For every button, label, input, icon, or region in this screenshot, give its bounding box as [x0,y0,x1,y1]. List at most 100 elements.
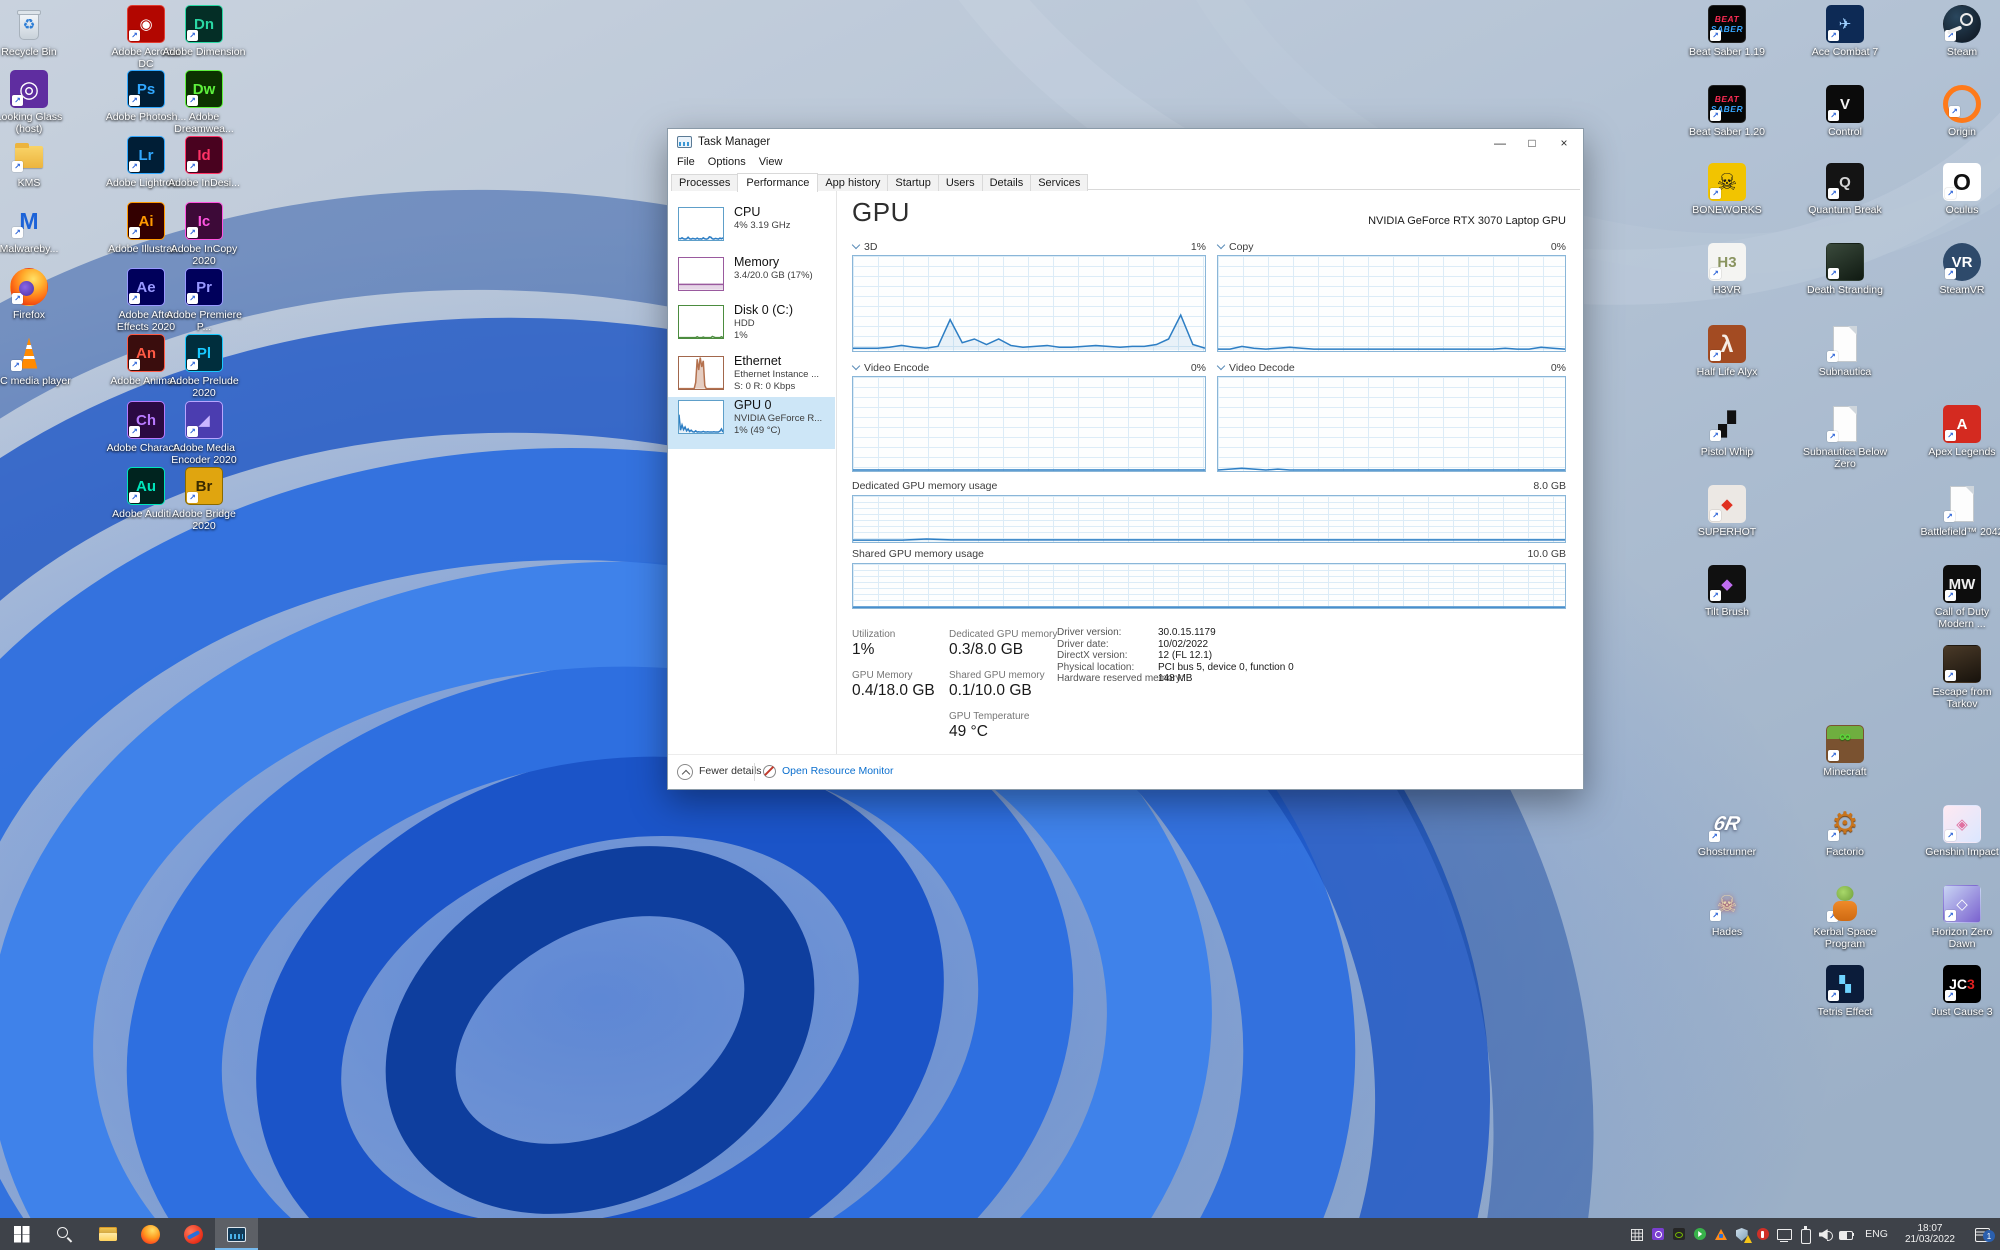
desktop-icon-subnautica[interactable]: ↗Subnautica [1802,325,1888,378]
desktop-icon-tetris-effect[interactable]: ▚↗Tetris Effect [1802,965,1888,1018]
menu-view[interactable]: View [759,156,783,168]
desktop-icon-recycle-bin[interactable]: ♻Recycle Bin [0,5,72,58]
desktop-icon-call-of-duty-modern[interactable]: MW↗Call of Duty Modern ... [1919,565,2000,630]
desktop-icon-ace-combat-7[interactable]: ✈↗Ace Combat 7 [1802,5,1888,58]
desktop-icon-boneworks[interactable]: ☠↗BONEWORKS [1684,163,1770,216]
desktop-icon-adobe-incopy-2020[interactable]: Ic↗Adobe InCopy 2020 [161,202,247,267]
desktop-icon-quantum-break[interactable]: Q↗Quantum Break [1802,163,1888,216]
firefox-icon [141,1225,160,1244]
ghostrunner-icon: 6R↗ [1708,805,1746,843]
desktop-icon-horizon-zero-dawn[interactable]: ◇↗Horizon Zero Dawn [1919,885,2000,950]
sidebar-item-gpu-0[interactable]: GPU 0NVIDIA GeForce R...1% (49 °C) [668,397,835,449]
desktop-icon-escape-from-tarkov[interactable]: ↗Escape from Tarkov [1919,645,2000,710]
mini-chart-eth_mini [678,356,724,390]
fewer-details-button[interactable]: Fewer details [699,765,761,777]
desktop-icon-subnautica-below-zero[interactable]: ↗Subnautica Below Zero [1802,405,1888,470]
taskbar-file-explorer-button[interactable] [86,1218,129,1250]
tab-users[interactable]: Users [938,174,983,191]
desktop-icon-label: Adobe InDesi... [161,177,247,189]
tray-usb-device[interactable] [1794,1218,1815,1250]
tab-processes[interactable]: Processes [671,174,738,191]
desktop-icon-superhot[interactable]: ◆↗SUPERHOT [1684,485,1770,538]
desktop-icon-apex-legends[interactable]: A↗Apex Legends [1919,405,2000,458]
desktop-icon-battlefield-2042[interactable]: ↗Battlefield™ 2042 [1919,485,2000,538]
desktop-icon-steam[interactable]: ↗Steam [1919,5,2000,58]
tray-green-app-tray[interactable] [1689,1218,1710,1250]
desktop-icon-beat-saber-1-20[interactable]: BEATSABER↗Beat Saber 1.20 [1684,85,1770,138]
collapse-chevron-icon[interactable] [852,363,860,371]
close-button[interactable]: × [1548,129,1580,156]
tray-looking-glass-tray[interactable] [1647,1218,1668,1250]
desktop-icon-firefox[interactable]: ↗Firefox [0,268,72,321]
taskbar-clock[interactable]: 18:07 21/03/2022 [1896,1223,1964,1246]
sidebar-item-ethernet[interactable]: EthernetEthernet Instance ...S: 0 R: 0 K… [668,353,835,403]
collapse-chevron-icon[interactable] [852,242,860,250]
desktop-icon-control[interactable]: V↗Control [1802,85,1888,138]
desktop-icon-steamvr[interactable]: VR↗SteamVR [1919,243,2000,296]
taskbar-firefox-button[interactable] [129,1218,172,1250]
tray-touch-keyboard[interactable] [1626,1218,1647,1250]
collapse-chevron-icon[interactable] [1217,242,1225,250]
tray-power-status[interactable] [1836,1218,1857,1250]
desktop-icon-adobe-premiere-p[interactable]: Pr↗Adobe Premiere P... [161,268,247,333]
sidebar-item-cpu[interactable]: CPU4% 3.19 GHz [668,204,835,250]
desktop-icon-kms[interactable]: ↗KMS [0,136,72,189]
mini-chart-mem_mini [678,257,724,291]
tray-nvidia-settings[interactable] [1668,1218,1689,1250]
maximize-button[interactable]: □ [1516,129,1548,156]
sidebar-item-memory[interactable]: Memory3.4/20.0 GB (17%) [668,254,835,300]
menu-options[interactable]: Options [708,156,746,168]
desktop-icon-adobe-media-encoder-2020[interactable]: ◢↗Adobe Media Encoder 2020 [161,401,247,466]
desktop-icon-adobe-bridge-2020[interactable]: Br↗Adobe Bridge 2020 [161,467,247,532]
menu-file[interactable]: File [677,156,695,168]
taskbar-search-button[interactable] [43,1218,86,1250]
desktop-icon-adobe-dreamwea[interactable]: Dw↗Adobe Dreamwea... [161,70,247,135]
minimize-button[interactable]: — [1484,129,1516,156]
graph-label: Video Decode [1229,362,1295,374]
taskbar-pinned-app-button[interactable] [172,1218,215,1250]
tab-services[interactable]: Services [1030,174,1088,191]
desktop-icon-death-stranding[interactable]: ↗Death Stranding [1802,243,1888,296]
graph-percent: 0% [1551,362,1566,374]
desktop-icon-adobe-indesi[interactable]: Id↗Adobe InDesi... [161,136,247,189]
desktop-icon-half-life-alyx[interactable]: λ↗Half Life Alyx [1684,325,1770,378]
tab-performance[interactable]: Performance [737,173,818,192]
stat-value-dedicated-gpu-memory: 0.3/8.0 GB [949,641,1023,659]
desktop-icon-h3vr[interactable]: H3↗H3VR [1684,243,1770,296]
tray-red-app-tray[interactable] [1752,1218,1773,1250]
desktop-icon-factorio[interactable]: ⚙↗Factorio [1802,805,1888,858]
desktop-icon-just-cause-3[interactable]: JC3↗Just Cause 3 [1919,965,2000,1018]
desktop-icon-malwareby[interactable]: M↗Malwareby... [0,202,72,255]
collapse-chevron-icon[interactable] [1217,363,1225,371]
tab-app-history[interactable]: App history [817,174,888,191]
desktop-icon-origin[interactable]: ↗Origin [1919,85,2000,138]
taskbar-task-manager-button[interactable] [215,1218,258,1250]
desktop-icon-hades[interactable]: ☠↗Hades [1684,885,1770,938]
desktop-icon-looking-glass-host[interactable]: ◎↗Looking Glass (host) [0,70,72,135]
desktop-icon-oculus[interactable]: O↗Oculus [1919,163,2000,216]
tray-network-status[interactable] [1773,1218,1794,1250]
desktop-icon-tilt-brush[interactable]: ◆↗Tilt Brush [1684,565,1770,618]
open-resource-monitor-link[interactable]: Open Resource Monitor [782,765,893,777]
desktop-icon-ghostrunner[interactable]: 6R↗Ghostrunner [1684,805,1770,858]
sidebar-item-disk-0-c[interactable]: Disk 0 (C:)HDD1% [668,302,835,351]
notification-center-button[interactable]: 1 [1964,1221,2000,1247]
desktop-icon-adobe-dimension[interactable]: Dn↗Adobe Dimension [161,5,247,58]
language-indicator[interactable]: ENG [1857,1228,1896,1240]
desktop-icon-vlc-media-player[interactable]: ↗VLC media player [0,334,72,387]
desktop-icon-adobe-prelude-2020[interactable]: Pl↗Adobe Prelude 2020 [161,334,247,399]
tab-details[interactable]: Details [982,174,1032,191]
desktop-icon-beat-saber-1-19[interactable]: BEATSABER↗Beat Saber 1.19 [1684,5,1770,58]
desktop-icon-genshin-impact[interactable]: ◈↗Genshin Impact [1919,805,2000,858]
tray-security-shield[interactable] [1731,1218,1752,1250]
fewer-details-chevron-icon[interactable] [677,764,693,780]
desktop-icon-label: Minecraft [1802,766,1888,778]
desktop-icon-minecraft[interactable]: ∞↗Minecraft [1802,725,1888,778]
taskbar-start-button[interactable] [0,1218,43,1250]
tab-startup[interactable]: Startup [887,174,938,191]
desktop-icon-pistol-whip[interactable]: ▞↗Pistol Whip [1684,405,1770,458]
desktop-icon-kerbal-space-program[interactable]: ↗Kerbal Space Program [1802,885,1888,950]
tray-orange-app-tray[interactable] [1710,1218,1731,1250]
title-bar[interactable]: Task Manager — □ × [668,129,1583,156]
tray-volume[interactable] [1815,1218,1836,1250]
